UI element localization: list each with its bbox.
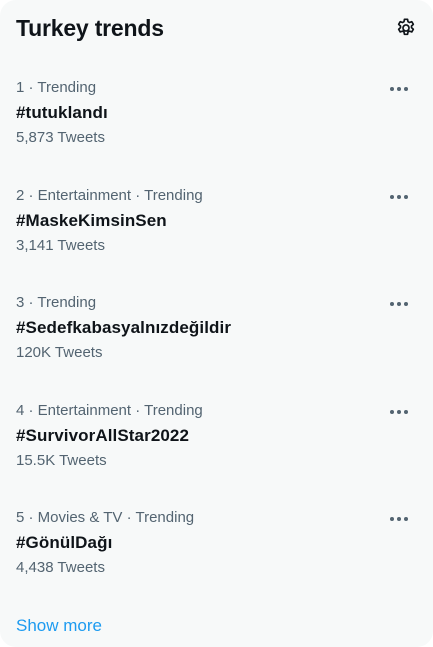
more-icon[interactable] — [387, 78, 411, 100]
trend-item-5[interactable]: 5 · Movies & TV · Trending #GönülDağı 4,… — [0, 486, 433, 594]
trend-name: #GönülDağı — [16, 533, 113, 552]
trend-meta: 5 · Movies & TV · Trending — [16, 509, 195, 526]
trend-item-4[interactable]: 4 · Entertainment · Trending #SurvivorAl… — [0, 379, 433, 487]
trend-name: #SurvivorAllStar2022 — [16, 425, 190, 445]
trend-item-2[interactable]: 2 · Entertainment · Trending #MaskeKimsi… — [0, 164, 433, 272]
trend-meta: 3 · Trending — [16, 294, 97, 311]
show-more-link[interactable]: Show more — [16, 616, 102, 636]
more-icon[interactable] — [387, 186, 411, 208]
trends-panel: Turkey trends 1 · Trending #tutuklandı 5… — [0, 0, 433, 647]
trend-name: #Sedefkabasyalnızdeğildir — [16, 318, 232, 337]
gear-icon[interactable] — [389, 11, 423, 45]
more-icon[interactable] — [387, 401, 411, 423]
trend-count: 120K Tweets — [16, 344, 103, 361]
trend-count: 4,438 Tweets — [16, 559, 105, 576]
trend-count: 3,141 Tweets — [16, 236, 105, 254]
trend-name: #MaskeKimsinSen — [16, 210, 167, 230]
trend-count: 15.5K Tweets — [16, 451, 107, 469]
trend-item-1[interactable]: 1 · Trending #tutuklandı 5,873 Tweets — [0, 56, 433, 164]
trends-title: Turkey trends — [16, 14, 164, 41]
trend-count: 5,873 Tweets — [16, 129, 105, 146]
trend-item-3[interactable]: 3 · Trending #Sedefkabasyalnızdeğildir 1… — [0, 271, 433, 379]
trend-meta: 1 · Trending — [16, 79, 97, 96]
trend-meta: 2 · Entertainment · Trending — [16, 186, 203, 204]
more-icon[interactable] — [387, 293, 411, 315]
trend-name: #tutuklandı — [16, 103, 108, 122]
trend-meta: 4 · Entertainment · Trending — [16, 401, 203, 419]
more-icon[interactable] — [387, 508, 411, 530]
trends-header: Turkey trends — [0, 0, 433, 56]
